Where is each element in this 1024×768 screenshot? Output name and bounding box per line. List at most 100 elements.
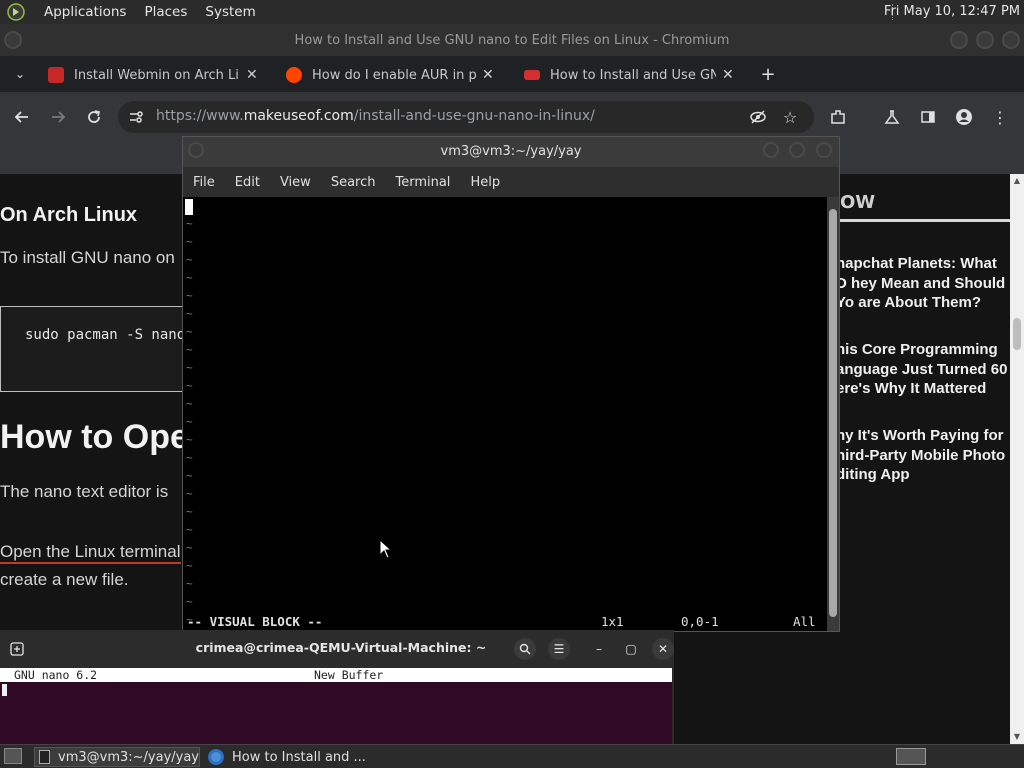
menu-view[interactable]: View	[280, 175, 311, 190]
url-host: makeuseof.com	[243, 108, 354, 124]
nano-version: GNU nano 6.2	[14, 668, 98, 682]
tab-aur[interactable]: How do I enable AUR in pacman ✕	[286, 60, 494, 90]
sidebar-article-link[interactable]: his Core Programming anguage Just Turned…	[836, 340, 1010, 399]
task-label: vm3@vm3:~/yay/yay	[58, 749, 199, 765]
minimize-icon[interactable]	[763, 142, 779, 158]
bottom-taskbar: vm3@vm3:~/yay/yay How to Install and ...	[0, 744, 1024, 768]
side-panel-icon[interactable]	[916, 105, 940, 129]
sidebar-heading: OW	[840, 192, 876, 213]
vim-mode: -- VISUAL BLOCK --	[187, 614, 323, 629]
hamburger-menu-icon[interactable]: ☰	[548, 638, 570, 660]
terminal-title: vm3@vm3:~/yay/yay	[440, 144, 582, 159]
tab-close-icon[interactable]: ✕	[246, 67, 258, 83]
menu-search[interactable]: Search	[331, 175, 376, 190]
makeuseof-favicon-icon	[524, 70, 540, 80]
task-vm3-terminal[interactable]: vm3@vm3:~/yay/yay	[34, 747, 200, 767]
address-bar[interactable]: https://www.makeuseof.com/install-and-us…	[118, 101, 814, 133]
text-cursor	[185, 199, 193, 215]
vim-selection-size: 1x1	[601, 614, 624, 629]
vim-status-line: -- VISUAL BLOCK -- 1x1 0,0-1 All	[187, 614, 823, 630]
maximize-icon[interactable]	[976, 31, 994, 49]
menu-applications[interactable]: Applications	[44, 4, 126, 20]
terminal-task-icon	[39, 750, 50, 764]
empty-line-markers: ~ ~ ~ ~ ~ ~ ~ ~ ~ ~ ~ ~ ~ ~ ~ ~ ~ ~ ~ ~ …	[186, 217, 193, 626]
task-label: How to Install and ...	[232, 749, 366, 765]
close-window-icon[interactable]: ✕	[652, 638, 674, 660]
forward-icon[interactable]	[46, 105, 70, 129]
minimize-icon[interactable]	[950, 31, 968, 49]
tab-webmin[interactable]: Install Webmin on Arch Linux ✕	[48, 60, 258, 90]
site-info-icon[interactable]	[124, 105, 148, 129]
close-window-icon[interactable]	[1002, 31, 1020, 49]
url-path: /install-and-use-gnu-nano-in-linux/	[353, 108, 595, 124]
maximize-icon[interactable]	[789, 142, 805, 158]
minimize-icon[interactable]: –	[588, 638, 610, 660]
profile-avatar-icon[interactable]	[952, 105, 976, 129]
tab-search-chevron-icon[interactable]: ⌄	[8, 62, 32, 86]
task-chromium[interactable]: How to Install and ...	[204, 747, 374, 767]
code-block: sudo pacman -S nano	[0, 306, 200, 392]
new-tab-icon[interactable]: +	[756, 62, 780, 86]
heading-how-to-open: How to Open	[0, 418, 210, 456]
link-open-terminal[interactable]: Open the Linux terminal	[0, 542, 181, 564]
url-text[interactable]: https://www.makeuseof.com/install-and-us…	[156, 108, 595, 124]
scroll-down-icon[interactable]: ▼	[1010, 732, 1024, 741]
chromium-task-icon	[208, 749, 224, 765]
mouse-pointer-icon	[379, 538, 393, 563]
top-panel: Applications Places System Fri May 10, 1…	[0, 0, 1024, 24]
panel-menu: Applications Places System	[0, 0, 274, 24]
menu-edit[interactable]: Edit	[235, 175, 260, 190]
menu-file[interactable]: File	[193, 175, 215, 190]
vim-terminal-window: vm3@vm3:~/yay/yay File Edit View Search …	[182, 136, 840, 632]
bookmark-star-icon[interactable]: ☆	[778, 105, 802, 129]
nano-edit-area[interactable]	[0, 682, 672, 744]
sidebar-rule	[836, 219, 1010, 222]
search-icon[interactable]	[514, 638, 536, 660]
scroll-up-icon[interactable]: ▲	[1010, 176, 1024, 185]
terminal-titlebar[interactable]: vm3@vm3:~/yay/yay	[183, 137, 839, 167]
vim-screen[interactable]: ~ ~ ~ ~ ~ ~ ~ ~ ~ ~ ~ ~ ~ ~ ~ ~ ~ ~ ~ ~ …	[183, 197, 827, 631]
gnome-foot-icon[interactable]	[6, 2, 26, 22]
tab-close-icon[interactable]: ✕	[722, 67, 734, 83]
paragraph-nano-editor: The nano text editor is	[0, 482, 169, 501]
tab-nano[interactable]: How to Install and Use GNU nano ✕	[524, 60, 734, 90]
extensions-icon[interactable]	[826, 105, 850, 129]
tracking-protection-eye-icon[interactable]	[746, 105, 770, 129]
close-window-icon[interactable]	[816, 142, 832, 158]
back-icon[interactable]	[10, 105, 34, 129]
page-scrollbar-thumb[interactable]	[1013, 318, 1021, 350]
maximize-icon[interactable]: ▢	[620, 638, 642, 660]
tab-close-icon[interactable]: ✕	[482, 67, 494, 83]
webmin-favicon-icon	[48, 67, 64, 83]
menu-places[interactable]: Places	[144, 4, 187, 20]
window-menu-icon[interactable]	[4, 31, 22, 49]
workspace-switcher[interactable]	[896, 748, 926, 765]
paragraph-install: To install GNU nano on	[0, 248, 175, 267]
terminal-scrollbar-thumb[interactable]	[829, 209, 837, 617]
tab-bar: ⌄ Install Webmin on Arch Linux ✕ How do …	[0, 56, 1024, 92]
menu-terminal[interactable]: Terminal	[395, 175, 450, 190]
sidebar-article-link[interactable]: hy It's Worth Paying for hird-Party Mobi…	[836, 426, 1010, 485]
gnome-terminal-window: crimea@crimea-QEMU-Virtual-Machine: ~ ☰ …	[0, 630, 674, 744]
url-prefix: https://www.	[156, 108, 244, 124]
browser-window-title: How to Install and Use GNU nano to Edit …	[294, 32, 730, 48]
reload-icon[interactable]	[82, 105, 106, 129]
panel-clock[interactable]: Fri May 10, 12:47 PM	[884, 4, 1020, 19]
gnome-terminal-header[interactable]: crimea@crimea-QEMU-Virtual-Machine: ~ ☰ …	[0, 630, 674, 666]
tab-label: How to Install and Use GNU nano	[550, 67, 716, 83]
browser-titlebar: How to Install and Use GNU nano to Edit …	[0, 24, 1024, 56]
gnome-terminal-title: crimea@crimea-QEMU-Virtual-Machine: ~	[195, 640, 487, 655]
nano-title-bar: GNU nano 6.2 New Buffer	[0, 668, 672, 682]
page-scrollbar[interactable]: ▲ ▼	[1010, 174, 1024, 744]
tab-label: Install Webmin on Arch Linux	[74, 67, 240, 83]
sidebar-article-link[interactable]: napchat Planets: What D hey Mean and Sho…	[836, 254, 1010, 313]
text-cursor	[2, 684, 7, 696]
menu-help[interactable]: Help	[470, 175, 500, 190]
chrome-menu-icon[interactable]: ⋮	[988, 105, 1012, 129]
paragraph-create-file: create a new file.	[0, 570, 129, 589]
menu-system[interactable]: System	[205, 4, 255, 20]
terminal-scrollbar[interactable]	[827, 197, 839, 631]
show-desktop-icon[interactable]	[4, 748, 22, 764]
terminal-menubar: File Edit View Search Terminal Help	[183, 167, 839, 197]
labs-flask-icon[interactable]	[880, 105, 904, 129]
